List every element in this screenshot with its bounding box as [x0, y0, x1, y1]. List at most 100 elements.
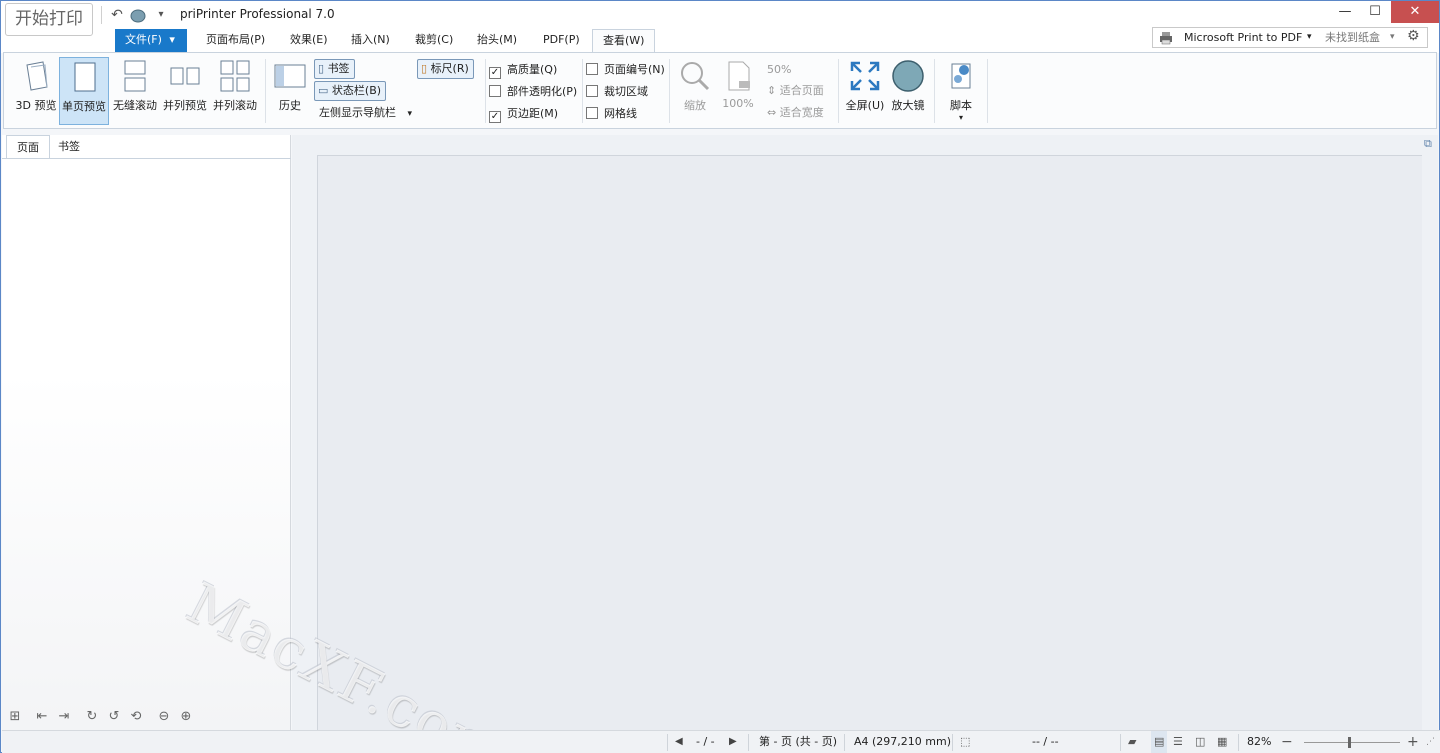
tab-effects[interactable]: 效果(E) — [280, 29, 338, 52]
ribbon-separator — [582, 59, 583, 123]
app-title: priPrinter Professional 7.0 — [180, 7, 335, 21]
prev-page-icon[interactable]: ◀ — [675, 731, 683, 753]
tab-pdf[interactable]: PDF(P) — [533, 29, 590, 52]
selection-icon[interactable]: ⬚ — [960, 731, 970, 753]
maximize-button[interactable]: ☐ — [1359, 1, 1391, 23]
tab-file-dropdown-icon: ▾ — [169, 33, 175, 46]
app-window: ↶ ▾ priPrinter Professional 7.0 — ☐ ✕ 文件… — [0, 0, 1440, 753]
single-page-view-icon[interactable]: ▤ — [1151, 731, 1168, 753]
tab-crop[interactable]: 裁剪(C) — [405, 29, 463, 52]
single-page-label: 单页预览 — [62, 100, 106, 113]
zoom-50-button[interactable]: 50% — [764, 61, 795, 81]
preview-area[interactable]: ⧉ — [292, 135, 1438, 730]
script-icon — [951, 63, 971, 89]
minimize-button[interactable]: — — [1329, 1, 1361, 23]
script-label: 脚本 — [950, 99, 972, 112]
zoom-in-button[interactable]: + — [1407, 731, 1419, 753]
status-separator — [844, 734, 845, 751]
printer-selector[interactable]: Microsoft Print to PDF ▾ 未找到纸盒 ▾ ⚙ — [1152, 27, 1428, 48]
magnify-icon — [681, 62, 710, 91]
zoom-100-button[interactable]: 100% — [718, 57, 758, 125]
statusbar-toggle[interactable]: ▭ 状态栏(B) — [314, 81, 387, 101]
tab-bookmarks[interactable]: 书签 — [48, 135, 90, 158]
status-separator — [748, 734, 749, 751]
fullscreen-button[interactable]: 全屏(U) — [844, 57, 886, 125]
two-page-view-icon[interactable]: ◫ — [1195, 731, 1205, 753]
add-page-icon[interactable]: ⊞ — [6, 708, 24, 726]
bookmarks-label: 书签 — [327, 62, 350, 75]
left-nav-dropdown[interactable]: 左侧显示导航栏 ▾ — [316, 104, 416, 124]
margins-checkbox[interactable]: ✓ 页边距(M) — [489, 105, 558, 123]
printer-dropdown-icon[interactable]: ▾ — [1307, 28, 1312, 47]
rotate-left-icon[interactable]: ↺ — [105, 708, 123, 726]
tab-file[interactable]: 文件(F) ▾ — [115, 29, 187, 52]
script-dropdown-icon: ▾ — [958, 113, 963, 122]
ruler-toggle[interactable]: ▯ 标尺(R) — [417, 59, 474, 79]
cursor-position: -- / -- — [1032, 735, 1059, 748]
single-page-icon — [74, 62, 96, 92]
grid-lines-label: 网格线 — [604, 107, 637, 120]
page-canvas[interactable] — [317, 155, 1422, 730]
tab-view[interactable]: 查看(W) — [592, 29, 656, 54]
rotate-both-icon[interactable]: ⟲ — [127, 708, 145, 726]
panel-options-icon[interactable]: ⧉ — [1424, 137, 1432, 151]
single-page-preview-button[interactable]: 单页预览 — [59, 57, 109, 125]
fit-width-button[interactable]: ⇔ 适合宽度 — [764, 104, 828, 124]
history-icon — [274, 64, 306, 88]
printer-settings-icon[interactable]: ⚙ — [1407, 27, 1420, 46]
zoom-out-button[interactable]: − — [1281, 731, 1293, 753]
zoom-out-icon[interactable]: ⊖ — [155, 708, 173, 726]
high-quality-checkbox[interactable]: ✓ 高质量(Q) — [489, 61, 557, 79]
fit-page-label: 适合页面 — [779, 84, 824, 97]
part-transparency-checkbox[interactable]: 部件透明化(P) — [489, 83, 577, 101]
status-separator — [952, 734, 953, 751]
side-by-side-preview-button[interactable]: 并列预览 — [160, 57, 210, 125]
zoom-slider-thumb[interactable] — [1348, 737, 1351, 748]
magnifier-button[interactable]: 放大镜 — [888, 57, 928, 125]
resize-grip-icon[interactable]: ⋰ — [1426, 731, 1435, 753]
rotate-right-icon[interactable]: ↻ — [83, 708, 101, 726]
close-button[interactable]: ✕ — [1391, 1, 1439, 23]
next-page-icon[interactable]: ▶ — [729, 731, 737, 753]
preview-3d-icon — [26, 61, 48, 91]
insert-before-icon[interactable]: ⇤ — [33, 708, 51, 726]
script-button[interactable]: 脚本 ▾ — [941, 57, 981, 125]
history-label: 历史 — [279, 99, 301, 112]
margins-label: 页边距(M) — [507, 107, 559, 120]
crop-area-checkbox[interactable]: 裁切区域 — [586, 83, 648, 101]
zoom-100-label: 100% — [722, 97, 754, 110]
side-scroll-button[interactable]: 并列滚动 — [210, 57, 260, 125]
tab-pages[interactable]: 页面 — [6, 135, 50, 158]
fit-page-button[interactable]: ⇕ 适合页面 — [764, 82, 828, 102]
panel-tabs-divider — [2, 158, 291, 159]
fullscreen-label: 全屏(U) — [845, 99, 885, 112]
tab-insert[interactable]: 插入(N) — [341, 29, 400, 52]
printer-status-icon[interactable] — [128, 5, 148, 25]
tray-dropdown-icon[interactable]: ▾ — [1390, 28, 1395, 47]
zoom-in-icon[interactable]: ⊕ — [177, 708, 195, 726]
preview-3d-button[interactable]: 3D 预览 — [13, 57, 59, 125]
history-button[interactable]: 历史 — [270, 57, 310, 125]
ruler-label: 标尺(R) — [430, 62, 469, 75]
zoom-button[interactable]: 缩放 — [676, 57, 714, 125]
grid-lines-checkbox[interactable]: 网格线 — [586, 105, 637, 123]
high-quality-check: ✓ — [489, 67, 501, 79]
crop-area-check — [586, 85, 598, 97]
start-print-button[interactable]: 开始打印 — [5, 3, 93, 36]
bookmarks-toggle[interactable]: ▯ 书签 — [314, 59, 355, 79]
zoom-level[interactable]: 82% — [1247, 731, 1271, 753]
page-numbers-checkbox[interactable]: 页面编号(N) — [586, 61, 665, 79]
book-view-icon[interactable]: ▰ — [1128, 731, 1136, 753]
qat-customize-icon[interactable]: ▾ — [151, 5, 171, 25]
insert-after-icon[interactable]: ⇥ — [55, 708, 73, 726]
paper-size[interactable]: A4 (297,210 mm) — [854, 731, 951, 753]
tab-page-layout[interactable]: 页面布局(P) — [196, 29, 275, 52]
printer-icon — [1159, 28, 1173, 51]
undo-icon[interactable]: ↶ — [107, 5, 127, 25]
continuous-view-icon[interactable]: ☰ — [1173, 731, 1183, 753]
tab-header[interactable]: 抬头(M) — [467, 29, 527, 52]
grid-view-icon[interactable]: ▦ — [1217, 731, 1227, 753]
zoom-slider-track[interactable] — [1304, 742, 1400, 743]
paper-tray[interactable]: 未找到纸盒 — [1325, 28, 1380, 47]
seamless-scroll-button[interactable]: 无缝滚动 — [110, 57, 160, 125]
